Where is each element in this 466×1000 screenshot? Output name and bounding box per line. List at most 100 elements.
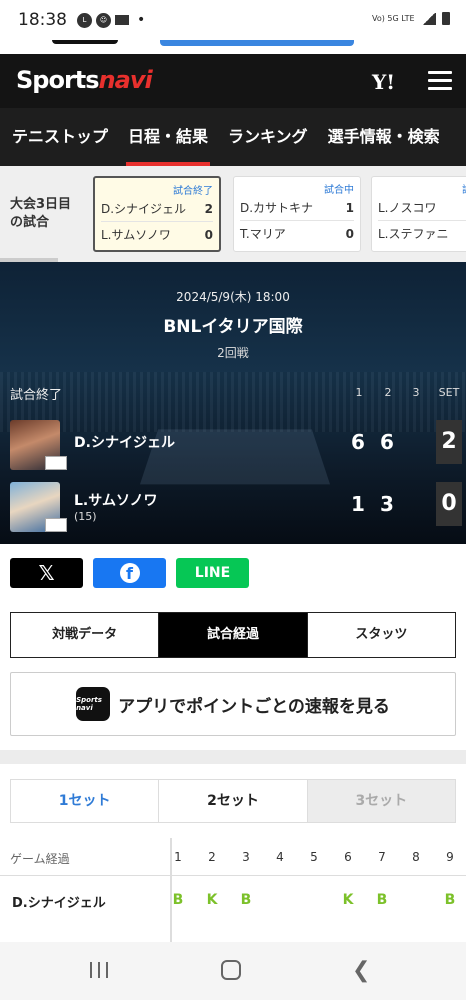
nav-schedule-results[interactable]: 日程・結果 — [118, 108, 218, 166]
set-header: SET — [438, 386, 460, 399]
signal-icon — [422, 12, 436, 25]
set-games: 6 — [351, 430, 365, 454]
player-row[interactable]: L.サムソノワ (15) 1 3 0 — [0, 482, 466, 536]
section-divider — [0, 750, 466, 764]
game-number: 7 — [378, 850, 386, 864]
facebook-icon: f — [119, 563, 140, 583]
top-pill — [52, 40, 118, 44]
game-number: 6 — [344, 850, 352, 864]
set-games: 3 — [380, 492, 394, 516]
player-seed: (15) — [74, 510, 97, 523]
match-row: L.ノスコワ — [378, 195, 466, 221]
nav-tennis-top[interactable]: テニストップ — [0, 108, 118, 166]
match-card[interactable]: 試合中 D.カサトキナ 1 T.マリア 0 — [233, 176, 361, 252]
game-number: 5 — [310, 850, 318, 864]
row-player-name: D.シナイジェル — [12, 896, 106, 911]
tournament-title: BNLイタリア国際 — [163, 317, 303, 337]
yahoo-icon[interactable]: Y! — [372, 70, 395, 94]
set-games: 6 — [380, 430, 394, 454]
nav-player-search[interactable]: 選手情報・検索 — [318, 108, 450, 166]
tab-head-to-head[interactable]: 対戦データ — [11, 613, 160, 657]
match-row: L.ステファニ — [378, 227, 449, 241]
hamburger-menu-icon[interactable] — [428, 71, 452, 91]
country-flag-icon — [45, 456, 67, 470]
status-right: Vo) 5G LTE — [372, 12, 450, 25]
set-header: 3 — [412, 386, 420, 399]
game-cell: K — [342, 892, 354, 908]
section-nav: テニストップ 日程・結果 ランキング 選手情報・検索 — [0, 108, 466, 166]
recent-apps-icon[interactable] — [90, 962, 108, 978]
strip-day-label: 大会3日目 の試合 — [10, 197, 72, 230]
tab-match-progress[interactable]: 試合経過 — [159, 613, 308, 657]
network-label: Vo) 5G LTE — [372, 13, 415, 23]
table-row: L.サムソノワBKB — [0, 928, 466, 942]
match-strip: 大会3日目 の試合 試合終了 D.シナイジェル 2 L.サムソノワ 0 試合中 D.カ… — [0, 166, 466, 262]
line-icon: LINE — [194, 565, 231, 581]
match-status: 試合中 — [324, 185, 354, 196]
match-datetime: 2024/5/9(木) 18:00 — [176, 290, 290, 304]
match-status: 試合終了 — [10, 388, 63, 403]
share-facebook-button[interactable]: f — [93, 558, 166, 588]
match-tabs: 対戦データ 試合経過 スタッツ — [10, 612, 456, 658]
mail-icon — [115, 15, 129, 25]
game-number: 9 — [446, 850, 454, 864]
x-icon: 𝕏 — [38, 561, 55, 585]
game-cell: B — [376, 892, 388, 908]
table-header-label: ゲーム経過 — [10, 852, 70, 866]
site-header: Sportsnavi Y! — [0, 54, 466, 108]
share-buttons: 𝕏 f LINE — [10, 558, 249, 588]
app-promo-text: アプリでポイントごとの速報を見る — [118, 696, 390, 717]
set-header: 2 — [384, 386, 392, 399]
game-cell: B — [172, 892, 184, 908]
tab-set-2[interactable]: 2セット — [159, 780, 308, 822]
battery-icon — [442, 12, 450, 25]
game-progress-table: ゲーム経過 123456789 D.シナイジェルBKBKBBL.サムソノワBKB — [0, 838, 466, 942]
app-promo-banner[interactable]: Sports navi アプリでポイントごとの速報を見る — [10, 672, 456, 736]
browser-top-strip — [0, 40, 466, 54]
back-icon[interactable]: ❮ — [352, 958, 370, 983]
game-number: 2 — [208, 850, 216, 864]
country-flag-icon — [45, 518, 67, 532]
table-header: ゲーム経過 123456789 — [0, 838, 466, 876]
game-number: 8 — [412, 850, 420, 864]
sets-won: 2 — [436, 420, 462, 464]
line-notification-icon: L — [77, 12, 92, 28]
tab-stats[interactable]: スタッツ — [307, 613, 455, 657]
player-name: L.サムソノワ — [74, 493, 158, 509]
player-name: D.シナイジェル — [74, 435, 175, 451]
scoreboard-hero: 2024/5/9(木) 18:00 BNLイタリア国際 2回戦 試合終了 1 2… — [0, 262, 466, 544]
set-tabs: 1セット 2セット 3セット — [10, 779, 456, 823]
top-blue-bar — [160, 40, 354, 46]
game-cell: K — [206, 892, 218, 908]
match-row: D.シナイジェル 2 — [101, 196, 213, 222]
game-cell: B — [240, 892, 252, 908]
player-row[interactable]: D.シナイジェル 6 6 2 — [0, 420, 466, 474]
nav-ranking[interactable]: ランキング — [218, 108, 318, 166]
match-card[interactable]: 試 L.ノスコワ L.ステファニ — [371, 176, 466, 252]
match-status: 試 — [378, 181, 466, 196]
match-row: D.カサトキナ 1 — [240, 195, 354, 221]
match-card[interactable]: 試合終了 D.シナイジェル 2 L.サムソノワ 0 — [93, 176, 221, 252]
more-notifications-icon: • — [137, 12, 146, 28]
share-line-button[interactable]: LINE — [176, 558, 249, 588]
set-games: 1 — [351, 492, 365, 516]
table-row: D.シナイジェル B K B K B B — [0, 876, 466, 928]
match-row: L.サムソノワ 0 — [101, 228, 213, 242]
match-status: 試合終了 — [173, 186, 213, 197]
app-notification-icon: ☺ — [96, 12, 111, 28]
sets-won: 0 — [436, 482, 462, 526]
home-icon[interactable] — [221, 960, 241, 980]
tab-set-1[interactable]: 1セット — [11, 780, 160, 822]
game-cell: B — [444, 892, 456, 908]
status-bar: 18:38 L ☺ • Vo) 5G LTE — [0, 0, 466, 40]
game-number: 4 — [276, 850, 284, 864]
status-time: 18:38 — [18, 10, 67, 30]
share-x-button[interactable]: 𝕏 — [10, 558, 83, 588]
sportsnavi-logo[interactable]: Sportsnavi — [16, 66, 153, 94]
tab-set-3: 3セット — [307, 780, 455, 822]
system-nav-bar: ❮ — [0, 942, 466, 1000]
set-header: 1 — [355, 386, 363, 399]
match-row: T.マリア 0 — [240, 227, 354, 241]
match-round: 2回戦 — [217, 346, 249, 360]
sportsnavi-app-icon: Sports navi — [76, 687, 111, 721]
